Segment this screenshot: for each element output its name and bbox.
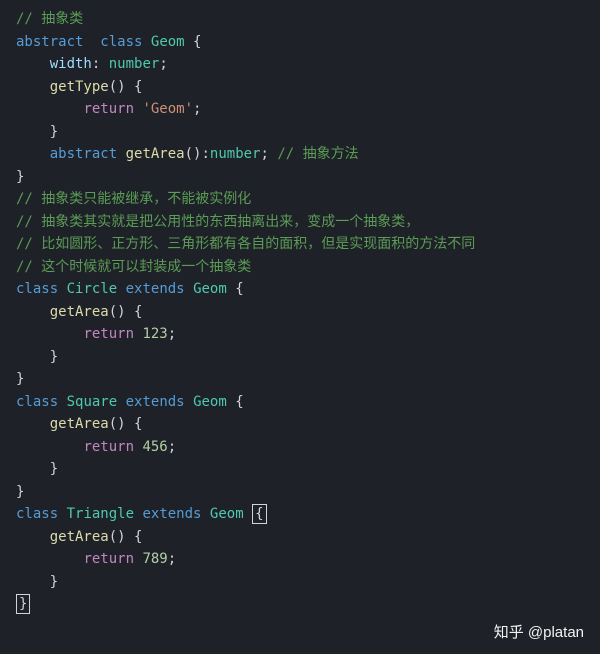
keyword-class: class — [100, 34, 142, 50]
class-name: Circle — [67, 281, 118, 297]
number-literal: 123 — [142, 326, 167, 342]
brace-close: } — [50, 574, 58, 590]
brace-open: { — [235, 281, 243, 297]
keyword-class: class — [16, 394, 58, 410]
parens: () — [109, 304, 126, 320]
keyword-abstract: abstract — [50, 146, 117, 162]
keyword-class: class — [16, 281, 58, 297]
code-line: } — [16, 121, 600, 144]
semicolon: ; — [168, 439, 176, 455]
keyword-abstract: abstract — [16, 34, 83, 50]
code-line: return 123; — [16, 323, 600, 346]
class-name: Geom — [193, 394, 227, 410]
code-line: class Circle extends Geom { — [16, 278, 600, 301]
brace-close-highlighted: } — [16, 594, 30, 614]
code-line: return 456; — [16, 436, 600, 459]
keyword-return: return — [83, 326, 134, 342]
brace-close: } — [50, 124, 58, 140]
string-literal: 'Geom' — [142, 101, 193, 117]
method-name: getArea — [126, 146, 185, 162]
type: number — [210, 146, 261, 162]
brace-open: { — [134, 304, 142, 320]
semicolon: ; — [168, 326, 176, 342]
code-line: // 抽象类 — [16, 8, 600, 31]
comment: // 抽象方法 — [269, 146, 359, 162]
code-line: class Triangle extends Geom { — [16, 503, 600, 526]
number-literal: 456 — [142, 439, 167, 455]
brace-close: } — [16, 169, 24, 185]
colon: : — [92, 56, 100, 72]
brace-open: { — [193, 34, 201, 50]
watermark: 知乎 @platan — [494, 622, 584, 645]
code-line: return 789; — [16, 548, 600, 571]
class-name: Geom — [210, 506, 244, 522]
parens: () — [109, 79, 126, 95]
parens: () — [185, 146, 202, 162]
code-line: getArea() { — [16, 413, 600, 436]
number-literal: 789 — [142, 551, 167, 567]
code-editor: // 抽象类 abstract class Geom { width: numb… — [16, 8, 600, 616]
comment: // 抽象类其实就是把公用性的东西抽离出来，变成一个抽象类， — [16, 214, 419, 230]
semicolon: ; — [159, 56, 167, 72]
code-line: } — [16, 571, 600, 594]
property: width — [50, 56, 92, 72]
method-name: getType — [50, 79, 109, 95]
code-line: return 'Geom'; — [16, 98, 600, 121]
semicolon: ; — [168, 551, 176, 567]
keyword-class: class — [16, 506, 58, 522]
code-line: width: number; — [16, 53, 600, 76]
comment: // 这个时候就可以封装成一个抽象类 — [16, 259, 251, 275]
code-line: } — [16, 166, 600, 189]
brace-close: } — [16, 371, 24, 387]
code-line: class Square extends Geom { — [16, 391, 600, 414]
keyword-extends: extends — [126, 281, 185, 297]
brace-open: { — [134, 529, 142, 545]
code-line: } — [16, 481, 600, 504]
semicolon: ; — [260, 146, 268, 162]
code-line: } — [16, 368, 600, 391]
method-name: getArea — [50, 416, 109, 432]
code-line: } — [16, 458, 600, 481]
method-name: getArea — [50, 529, 109, 545]
class-name: Geom — [193, 281, 227, 297]
parens: () — [109, 529, 126, 545]
code-line: } — [16, 346, 600, 369]
type: number — [109, 56, 160, 72]
keyword-extends: extends — [142, 506, 201, 522]
brace-open-highlighted: { — [252, 504, 266, 524]
method-name: getArea — [50, 304, 109, 320]
keyword-extends: extends — [126, 394, 185, 410]
code-line: abstract getArea():number; // 抽象方法 — [16, 143, 600, 166]
semicolon: ; — [193, 101, 201, 117]
brace-open: { — [134, 416, 142, 432]
colon: : — [201, 146, 209, 162]
code-line: getArea() { — [16, 526, 600, 549]
code-line: // 这个时候就可以封装成一个抽象类 — [16, 256, 600, 279]
code-line: getType() { — [16, 76, 600, 99]
code-line: // 比如圆形、正方形、三角形都有各自的面积，但是实现面积的方法不同 — [16, 233, 600, 256]
keyword-return: return — [83, 439, 134, 455]
code-line: abstract class Geom { — [16, 31, 600, 54]
brace-open: { — [134, 79, 142, 95]
brace-close: } — [50, 461, 58, 477]
comment: // 比如圆形、正方形、三角形都有各自的面积，但是实现面积的方法不同 — [16, 236, 475, 252]
comment: // 抽象类 — [16, 11, 83, 27]
brace-close: } — [16, 484, 24, 500]
code-line: // 抽象类只能被继承，不能被实例化 — [16, 188, 600, 211]
code-line: getArea() { — [16, 301, 600, 324]
comment: // 抽象类只能被继承，不能被实例化 — [16, 191, 251, 207]
class-name: Triangle — [67, 506, 134, 522]
keyword-return: return — [83, 551, 134, 567]
brace-close: } — [50, 349, 58, 365]
class-name: Square — [67, 394, 118, 410]
class-name: Geom — [151, 34, 185, 50]
parens: () — [109, 416, 126, 432]
code-line: } — [16, 593, 600, 616]
keyword-return: return — [83, 101, 134, 117]
brace-open: { — [235, 394, 243, 410]
code-line: // 抽象类其实就是把公用性的东西抽离出来，变成一个抽象类， — [16, 211, 600, 234]
